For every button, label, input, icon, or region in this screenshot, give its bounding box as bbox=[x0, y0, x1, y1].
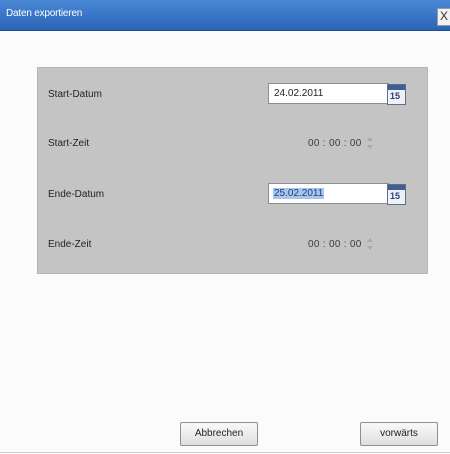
start-date-value: 24.02.2011 bbox=[274, 88, 324, 99]
title-bar: Daten exportieren X bbox=[0, 0, 450, 31]
start-date-label: Start-Datum bbox=[48, 89, 102, 100]
end-date-value: 25.02.2011 bbox=[273, 188, 325, 199]
export-dialog: Daten exportieren X Start-Datum 24.02.20… bbox=[0, 0, 450, 454]
end-date-label: Ende-Datum bbox=[48, 189, 105, 200]
calendar-icon[interactable]: 15 bbox=[387, 84, 406, 105]
start-date-field[interactable]: 24.02.2011 15 bbox=[268, 83, 406, 105]
calendar-day-number: 15 bbox=[390, 191, 401, 201]
start-time-label: Start-Zeit bbox=[48, 138, 90, 149]
end-time-value[interactable]: 00 : 00 : 00 bbox=[308, 239, 362, 250]
next-button[interactable]: vorwärts bbox=[360, 422, 438, 446]
calendar-header bbox=[388, 85, 405, 90]
spinner-down-icon[interactable] bbox=[367, 246, 373, 250]
close-icon[interactable]: X bbox=[437, 8, 450, 26]
start-time-value[interactable]: 00 : 00 : 00 bbox=[308, 138, 362, 149]
calendar-icon[interactable]: 15 bbox=[387, 184, 406, 205]
bottom-divider bbox=[0, 452, 450, 453]
spinner-down-icon[interactable] bbox=[367, 145, 373, 149]
calendar-header bbox=[388, 185, 405, 190]
spinner-up-icon[interactable] bbox=[367, 137, 373, 141]
date-time-panel: Start-Datum 24.02.2011 15 Start-Zeit 00 … bbox=[37, 67, 428, 274]
end-time-label: Ende-Zeit bbox=[48, 239, 92, 250]
cancel-button[interactable]: Abbrechen bbox=[180, 422, 258, 446]
end-time-spinner[interactable] bbox=[366, 236, 374, 252]
end-date-field[interactable]: 25.02.2011 15 bbox=[268, 183, 406, 205]
calendar-day-number: 15 bbox=[390, 91, 401, 101]
spinner-up-icon[interactable] bbox=[367, 238, 373, 242]
start-time-spinner[interactable] bbox=[366, 135, 374, 151]
window-title: Daten exportieren bbox=[6, 8, 83, 19]
